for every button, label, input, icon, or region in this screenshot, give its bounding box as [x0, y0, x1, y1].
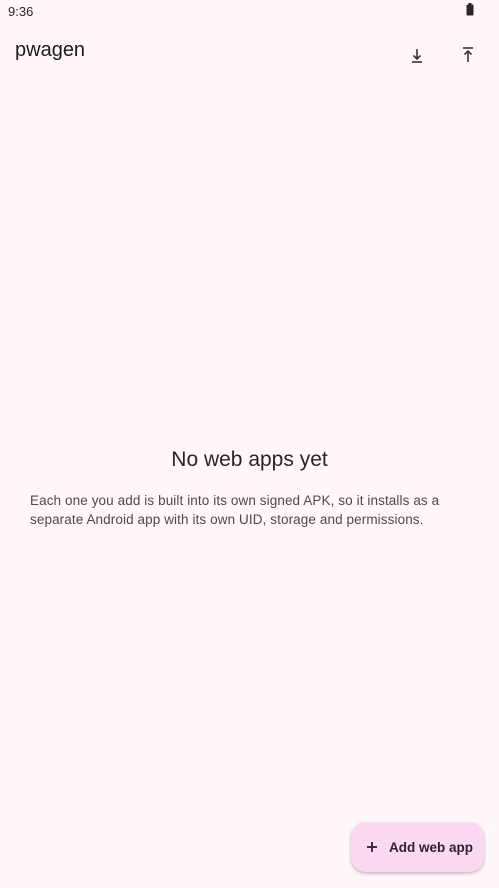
status-bar: 9:36	[0, 0, 499, 24]
import-button[interactable]	[400, 38, 434, 72]
add-web-app-button[interactable]: Add web app	[351, 822, 484, 872]
add-web-app-label: Add web app	[389, 839, 473, 855]
status-time: 9:36	[8, 4, 34, 19]
download-icon	[412, 49, 422, 63]
empty-state-title: No web apps yet	[171, 448, 328, 471]
empty-state: No web apps yet Each one you add is buil…	[0, 448, 499, 529]
app-title: pwagen	[15, 39, 86, 61]
top-app-bar: pwagen	[0, 28, 499, 80]
upload-icon	[463, 47, 473, 62]
empty-state-description: Each one you add is built into its own s…	[30, 493, 440, 527]
battery-icon	[466, 3, 474, 16]
export-button[interactable]	[451, 38, 485, 72]
plus-icon	[367, 842, 377, 852]
